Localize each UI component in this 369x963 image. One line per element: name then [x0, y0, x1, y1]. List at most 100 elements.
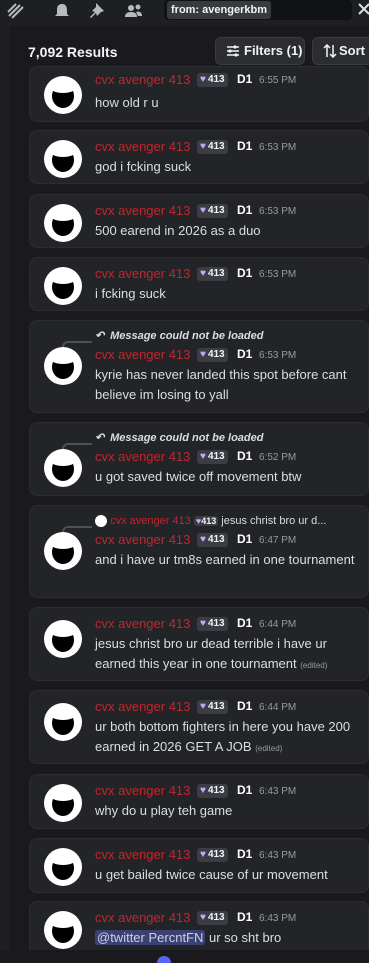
avatar[interactable] [44, 532, 82, 570]
username[interactable]: cvx avenger 413 [95, 847, 190, 862]
timestamp: 6:44 PM [259, 702, 297, 713]
username[interactable]: cvx avenger 413 [95, 203, 190, 218]
username[interactable]: cvx avenger 413 [95, 449, 190, 464]
message-text: jesus christ bro ur dead terrible i have… [95, 636, 328, 671]
reply-preview[interactable]: ↶ Message could not be loaded [95, 329, 263, 342]
timestamp: 6:43 PM [259, 913, 297, 924]
avatar[interactable] [44, 267, 82, 305]
message-result[interactable]: cvx avenger 413 ♥ 413 D1 6:44 PM ur both … [29, 690, 369, 764]
reply-arrow-icon: ↶ [95, 330, 105, 342]
message-text: u got saved twice off movement btw [95, 469, 302, 484]
message-result[interactable]: cvx avenger 413 ♥ 413 D1 6:53 PM i fcking… [29, 257, 369, 311]
server-tag: ♥ 413 [197, 784, 228, 798]
message-text: god i fcking suck [95, 159, 192, 174]
message-text: ur both bottom fighters in here you have… [95, 719, 351, 754]
filters-label: Filters (1) [244, 43, 303, 58]
message-text: 500 earend in 2026 as a duo [95, 223, 261, 238]
message-text: u get bailed twice cause of ur movement [95, 867, 328, 882]
user-mention[interactable]: @twitter PercntFN [95, 930, 206, 945]
message-text: and i have ur tm8s earned in one tournam… [95, 552, 355, 567]
reply-arrow-icon: ↶ [95, 432, 105, 444]
clan-tag: D1 [237, 532, 253, 546]
server-tag: ♥ 413 [197, 533, 228, 547]
username[interactable]: cvx avenger 413 [95, 783, 190, 798]
avatar[interactable] [44, 140, 82, 178]
server-tag: ♥ 413 [197, 911, 228, 925]
bottom-bar [0, 950, 369, 963]
avatar[interactable] [44, 449, 82, 487]
server-tag: ♥ 413 [197, 617, 228, 631]
avatar[interactable] [44, 784, 82, 822]
filter-icon [227, 45, 239, 57]
avatar[interactable] [44, 76, 82, 114]
message-result[interactable]: cvx avenger 413 ♥ 413 D1 6:43 PM u get ba… [29, 838, 369, 893]
username[interactable]: cvx avenger 413 [95, 699, 190, 714]
edited-label: (edited) [300, 661, 328, 670]
timestamp: 6:53 PM [259, 142, 297, 153]
clan-tag: D1 [237, 910, 253, 924]
search-query-chip[interactable]: from: avengerkbm [167, 1, 271, 19]
scroll-indicator[interactable] [157, 956, 171, 963]
timestamp: 6:43 PM [259, 850, 297, 861]
message-text: kyrie has never landed this spot before … [95, 367, 347, 402]
server-tag: ♥ 413 [197, 348, 228, 362]
bell-icon[interactable] [52, 2, 72, 20]
timestamp: 6:55 PM [259, 75, 297, 86]
message-result[interactable]: cvx avenger 413 ♥413 jesus christ bro ur… [29, 505, 369, 598]
server-tag: ♥ 413 [197, 73, 228, 87]
avatar[interactable] [44, 848, 82, 886]
clear-icon[interactable] [357, 2, 369, 16]
left-edge [0, 26, 9, 963]
server-tag: ♥ 413 [197, 204, 228, 218]
avatar[interactable] [44, 347, 82, 385]
reply-preview[interactable]: cvx avenger 413 ♥413 jesus christ bro ur… [95, 515, 368, 528]
avatar[interactable] [44, 703, 82, 741]
avatar[interactable] [44, 204, 82, 242]
timestamp: 6:53 PM [259, 269, 297, 280]
timestamp: 6:52 PM [259, 452, 297, 463]
clan-tag: D1 [237, 72, 253, 86]
filters-button[interactable]: Filters (1) [215, 37, 305, 65]
username[interactable]: cvx avenger 413 [95, 72, 190, 87]
username[interactable]: cvx avenger 413 [95, 616, 190, 631]
threads-icon[interactable] [6, 2, 26, 20]
sort-label: Sort [339, 43, 365, 58]
edited-label: (edited) [255, 744, 283, 753]
timestamp: 6:53 PM [259, 350, 297, 361]
username[interactable]: cvx avenger 413 [95, 910, 190, 925]
clan-tag: D1 [237, 203, 253, 217]
message-result[interactable]: ↶ Message could not be loaded cvx avenge… [29, 320, 369, 413]
clan-tag: D1 [237, 139, 253, 153]
server-tag: ♥ 413 [197, 267, 228, 281]
clan-tag: D1 [237, 699, 253, 713]
message-result[interactable]: cvx avenger 413 ♥ 413 D1 6:53 PM 500 eare… [29, 194, 369, 248]
server-tag: ♥ 413 [197, 848, 228, 862]
avatar[interactable] [44, 911, 82, 949]
pin-icon[interactable] [88, 2, 108, 20]
timestamp: 6:47 PM [259, 535, 297, 546]
username[interactable]: cvx avenger 413 [95, 532, 190, 547]
sort-button[interactable]: Sort [312, 37, 369, 65]
username[interactable]: cvx avenger 413 [95, 266, 190, 281]
reply-preview[interactable]: ↶ Message could not be loaded [95, 431, 263, 444]
message-result[interactable]: cvx avenger 413 ♥ 413 D1 6:55 PM how old … [29, 66, 369, 122]
message-text: how old r u [95, 95, 159, 110]
message-result[interactable]: cvx avenger 413 ♥ 413 D1 6:43 PM why do u… [29, 774, 369, 829]
message-result[interactable]: ↶ Message could not be loaded cvx avenge… [29, 422, 369, 496]
clan-tag: D1 [237, 266, 253, 280]
message-text: why do u play teh game [95, 803, 233, 818]
timestamp: 6:43 PM [259, 786, 297, 797]
clan-tag: D1 [237, 616, 253, 630]
message-result[interactable]: cvx avenger 413 ♥ 413 D1 6:53 PM god i fc… [29, 130, 369, 184]
clan-tag: D1 [237, 783, 253, 797]
members-icon[interactable] [124, 2, 144, 20]
results-count: 7,092 Results [28, 44, 118, 60]
avatar[interactable] [44, 620, 82, 658]
username[interactable]: cvx avenger 413 [95, 347, 190, 362]
username[interactable]: cvx avenger 413 [95, 139, 190, 154]
message-result[interactable]: cvx avenger 413 ♥ 413 D1 6:44 PM jesus ch… [29, 607, 369, 681]
server-tag: ♥ 413 [197, 700, 228, 714]
search-box[interactable]: from: avengerkbm [164, 0, 352, 20]
reply-avatar [95, 515, 107, 528]
top-bar: from: avengerkbm [0, 0, 369, 26]
